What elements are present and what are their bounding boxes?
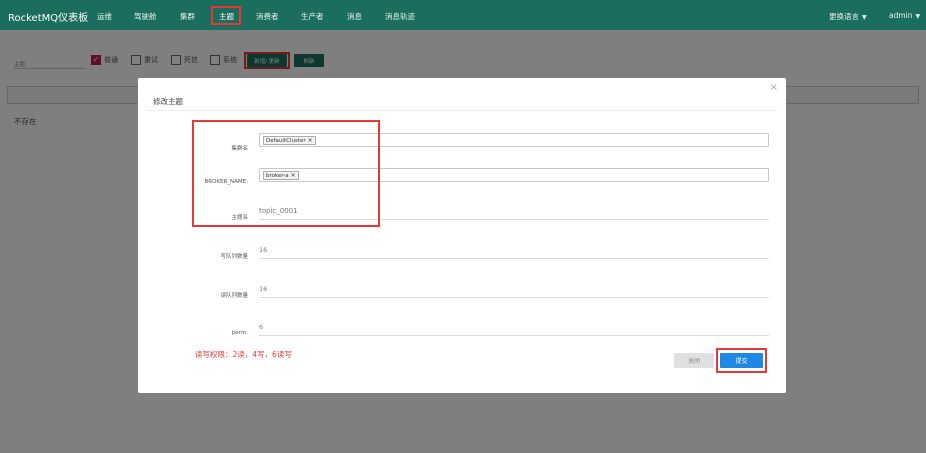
chevron-down-icon: ▼ <box>862 14 867 21</box>
perm-value: 6 <box>259 323 264 331</box>
edit-topic-dialog: × 修改主题 集群名 DefaultCluster × BROKER_NAME:… <box>138 78 786 393</box>
write-queue-label: 写队列数量 <box>220 254 248 260</box>
perm-label: perm: <box>231 330 248 336</box>
nav-item-consumer[interactable]: 消费者 <box>256 11 279 22</box>
top-navbar: RocketMQ仪表板 运维 驾驶舱 集群 主题 消费者 生产者 消息 消息轨迹… <box>0 0 926 30</box>
submit-highlight <box>716 348 767 373</box>
read-queue-value: 16 <box>259 285 268 293</box>
nav-item-message[interactable]: 消息 <box>347 11 362 22</box>
nav-item-ops[interactable]: 运维 <box>97 11 112 22</box>
user-label: admin <box>889 11 913 20</box>
nav-item-producer[interactable]: 生产者 <box>301 11 324 22</box>
dialog-divider <box>147 110 777 111</box>
close-button[interactable]: 关闭 <box>674 353 714 368</box>
read-queue-label: 读队列数量 <box>220 293 248 299</box>
nav-item-message-trace[interactable]: 消息轨迹 <box>385 11 415 22</box>
permission-note: 读写权限：2读，4写，6读写 <box>195 350 292 359</box>
user-dropdown[interactable]: admin ▼ <box>889 11 920 20</box>
language-dropdown[interactable]: 更换语言 ▼ <box>829 11 867 22</box>
nav-item-dashboard[interactable]: 驾驶舱 <box>134 11 157 22</box>
required-fields-highlight <box>192 120 380 227</box>
dialog-title: 修改主题 <box>153 97 183 106</box>
perm-field[interactable]: 6 <box>259 323 769 336</box>
nav-item-cluster[interactable]: 集群 <box>180 11 195 22</box>
close-icon[interactable]: × <box>770 82 778 93</box>
language-label: 更换语言 <box>829 12 859 21</box>
write-queue-field[interactable]: 16 <box>259 246 769 259</box>
write-queue-value: 16 <box>259 246 268 254</box>
read-queue-field[interactable]: 16 <box>259 285 769 298</box>
nav-topic-highlight <box>211 6 241 25</box>
chevron-down-icon: ▼ <box>915 13 921 20</box>
brand-title[interactable]: RocketMQ仪表板 <box>8 9 88 24</box>
